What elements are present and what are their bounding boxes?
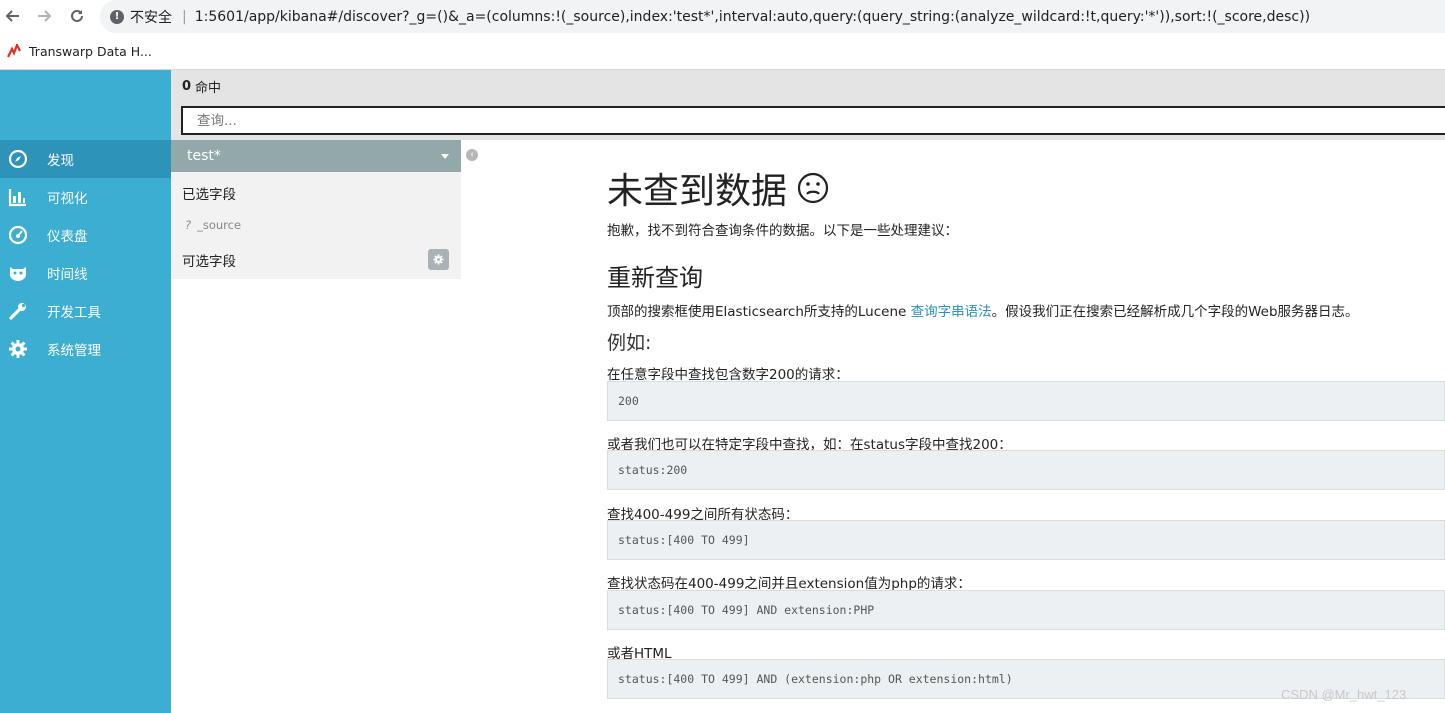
sidebar-item-label: 系统管理 [47, 343, 101, 359]
hits-count: 0 [182, 78, 192, 94]
bookmark-transwarp[interactable]: Transwarp Data H... [29, 44, 152, 59]
hits-bar: 0 命中 [171, 70, 1445, 102]
timeline-icon [8, 263, 28, 283]
reload-icon[interactable] [66, 5, 88, 27]
no-results-title: 未查到数据 [607, 162, 829, 214]
sidebar-item-label: 仪表盘 [47, 229, 88, 245]
hits-label: 命中 [195, 80, 222, 96]
sad-face-icon [797, 172, 829, 204]
no-results-title-text: 未查到数据 [607, 171, 788, 212]
sidebar-item-visualize[interactable]: 可视化 [0, 178, 171, 216]
refine-text-before: 顶部的搜索框使用Elasticsearch所支持的Lucene [607, 304, 911, 320]
gear-icon [8, 339, 28, 359]
compass-icon [8, 149, 28, 169]
sidebar-item-devtools[interactable]: 开发工具 [0, 292, 171, 330]
sidebar-item-label: 可视化 [47, 191, 88, 207]
no-results-panel: 未查到数据 抱歉，找不到符合查询条件的数据。以下是一些处理建议： 重新查询 顶部… [607, 140, 1445, 713]
available-fields-heading: 可选字段 [182, 254, 236, 270]
refine-query-title: 重新查询 [607, 264, 703, 292]
address-bar[interactable]: ! 不安全 | 1‌‌‌‌‌‌‌‌‌‌‌‌‌‌‌‌‌‌‌‌‌‌‌‌‌‌‌‌‌‌‌… [100, 0, 1445, 33]
example-code-block: status:200 [607, 450, 1445, 490]
insecure-label: 不安全 [130, 9, 172, 26]
unknown-type-icon: ? [185, 218, 192, 232]
caret-down-icon [441, 154, 449, 159]
no-results-subtitle: 抱歉，找不到符合查询条件的数据。以下是一些处理建议： [607, 223, 958, 239]
example-code-block: status:[400 TO 499] [607, 520, 1445, 560]
back-arrow-icon[interactable] [2, 5, 24, 27]
sidebar-item-label: 发现 [47, 153, 74, 169]
query-syntax-link[interactable]: 查询字串语法 [911, 304, 992, 320]
bar-chart-icon [8, 187, 28, 207]
example-code-block: status:[400 TO 499] AND extension:PHP [607, 590, 1445, 630]
refine-query-text: 顶部的搜索框使用Elasticsearch所支持的Lucene 查询字串语法。假… [607, 300, 1359, 320]
url-text[interactable]: 1‌‌‌‌‌‌‌‌‌‌‌‌‌‌‌‌‌‌‌‌‌‌‌‌‌‌‌‌‌‌‌‌‌‌‌:560… [195, 9, 1310, 25]
sidebar-item-discover[interactable]: 发现 [0, 140, 171, 178]
field-name: _source [197, 218, 242, 232]
refine-text-after: 。假设我们正在搜索已经解析成几个字段的Web服务器日志。 [991, 304, 1359, 320]
examples-title: 例如: [607, 332, 652, 354]
example-code-block: 200 [607, 381, 1445, 421]
gear-icon [433, 254, 444, 265]
collapse-sidebar-icon[interactable]: ‹ [466, 149, 478, 161]
index-pattern-select[interactable]: test* [171, 140, 461, 172]
sidebar-item-label: 开发工具 [47, 305, 101, 321]
browser-chrome: ! 不安全 | 1‌‌‌‌‌‌‌‌‌‌‌‌‌‌‌‌‌‌‌‌‌‌‌‌‌‌‌‌‌‌‌… [0, 0, 1445, 70]
address-separator: | [182, 8, 187, 25]
field-list-panel: test* 已选字段 ? _source 可选字段 [171, 140, 461, 279]
query-bar [171, 102, 1445, 140]
field-item-source[interactable]: ? _source [185, 218, 241, 232]
wrench-icon [8, 301, 28, 321]
forward-arrow-icon[interactable] [33, 5, 55, 27]
gauge-icon [8, 225, 28, 245]
sidebar-item-dashboard[interactable]: 仪表盘 [0, 216, 171, 254]
watermark: CSDN @Mr_hwt_123 [1281, 687, 1407, 702]
selected-fields-heading: 已选字段 [182, 187, 236, 203]
warning-icon: ! [110, 9, 124, 24]
sidebar-item-timelion[interactable]: 时间线 [0, 254, 171, 292]
index-pattern-label: test* [187, 148, 221, 164]
bookmarks-bar: Transwarp Data H... [0, 38, 152, 64]
kibana-sidebar: 发现 可视化 仪表盘 时间线 开发工具 系统管理 [0, 70, 171, 713]
example-description: 查找状态码在400-499之间并且extension值为php的请求： [607, 576, 971, 592]
field-settings-button[interactable] [428, 249, 449, 270]
example-description: 在任意字段中查找包含数字200的请求： [607, 367, 849, 383]
sidebar-item-management[interactable]: 系统管理 [0, 330, 171, 368]
sidebar-item-label: 时间线 [47, 267, 88, 283]
transwarp-favicon-icon [7, 42, 21, 58]
search-input[interactable] [181, 106, 1445, 135]
